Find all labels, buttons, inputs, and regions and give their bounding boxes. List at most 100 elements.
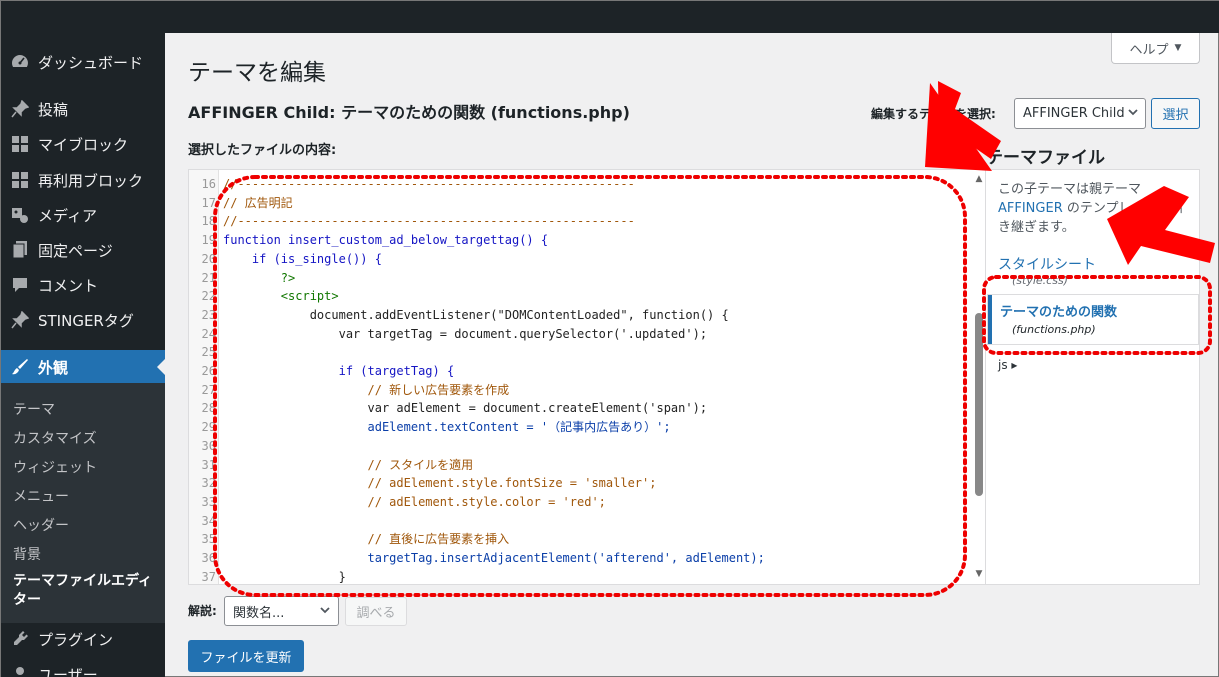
pin-icon <box>10 99 30 119</box>
line-number: 16 <box>201 177 216 191</box>
chevron-down-icon <box>1127 106 1139 121</box>
menu-label: マイブロック <box>38 135 129 154</box>
folder-js[interactable]: js ▸ <box>998 358 1017 372</box>
child-theme-notice: この子テーマは親テーマ AFFINGER のテンプレートを引き継ぎます。 <box>998 180 1188 237</box>
current-file-name: (functions.php) <box>1012 323 1096 336</box>
menu-media[interactable]: メディア <box>1 198 165 232</box>
menu-users[interactable]: ユーザー <box>1 657 165 677</box>
code-text: // adElement.style.fontSize = 'smaller'; <box>223 476 657 491</box>
lookup-button[interactable]: 調べる <box>345 597 407 626</box>
submenu-header[interactable]: ヘッダー <box>13 515 69 535</box>
code-text: } <box>223 569 346 584</box>
line-number: 23 <box>201 307 216 322</box>
menu-dashboard[interactable]: ダッシュボード <box>1 45 165 79</box>
scroll-up-icon[interactable]: ▲ <box>972 172 985 186</box>
code-text: if (targetTag) { <box>223 364 455 378</box>
submenu-widgets[interactable]: ウィジェット <box>13 457 97 477</box>
line-number: 37 <box>201 569 216 584</box>
line-number: 34 <box>201 513 216 528</box>
page-icon <box>10 240 30 260</box>
main-content: ヘルプ ▼ テーマを編集 AFFINGER Child: テーマのための関数 (… <box>165 33 1219 677</box>
submenu-theme-file-editor[interactable]: テーマファイルエディター <box>13 572 153 610</box>
admin-sidebar: ダッシュボード 投稿 マイブロック 再利用ブロック メディア 固定ページ コメン… <box>1 33 165 677</box>
menu-label: プラグイン <box>38 630 114 649</box>
editor-scrollbar[interactable]: ▲ ▼ <box>972 170 985 584</box>
file-title: AFFINGER Child: テーマのための関数 (functions.php… <box>188 103 630 122</box>
submenu-menus[interactable]: メニュー <box>13 486 69 506</box>
theme-select-value: AFFINGER Child <box>1023 106 1125 121</box>
function-name-select[interactable]: 関数名... <box>224 596 339 626</box>
dashboard-icon <box>10 52 30 72</box>
select-theme-button[interactable]: 選択 <box>1151 98 1200 129</box>
blocks-icon <box>10 170 30 190</box>
user-icon <box>10 664 30 677</box>
parent-theme-link[interactable]: AFFINGER <box>998 201 1063 216</box>
comment-icon <box>10 275 30 295</box>
line-number: 33 <box>201 494 216 509</box>
menu-label: ユーザー <box>38 665 98 677</box>
line-number: 18 <box>201 214 216 229</box>
file-stylesheet[interactable]: スタイルシート <box>998 254 1096 274</box>
line-number: 36 <box>201 551 216 565</box>
line-number: 31 <box>201 457 216 472</box>
media-icon <box>10 205 30 225</box>
menu-appearance[interactable]: 外観 <box>1 350 165 384</box>
menu-pages[interactable]: 固定ページ <box>1 233 165 267</box>
blocks-icon <box>10 134 30 154</box>
current-file-label: テーマのための関数 <box>1000 305 1118 320</box>
code-text: // 直後に広告要素を挿入 <box>223 532 510 547</box>
line-number: 27 <box>201 382 216 397</box>
file-stylesheet-name: (style.css) <box>1012 274 1068 287</box>
plugin-icon <box>10 629 30 649</box>
menu-comments[interactable]: コメント <box>1 268 165 302</box>
line-number: 24 <box>201 326 216 341</box>
file-content-label: 選択したファイルの内容: <box>188 143 337 158</box>
caret-down-icon: ▼ <box>1174 43 1182 53</box>
line-number: 19 <box>201 233 216 248</box>
code-editor[interactable]: 16 //------------------------------------… <box>188 169 986 585</box>
line-number: 21 <box>201 270 216 285</box>
help-button[interactable]: ヘルプ ▼ <box>1111 33 1200 64</box>
code-text: // adElement.style.color = 'red'; <box>223 494 606 509</box>
scroll-down-icon[interactable]: ▼ <box>972 567 985 581</box>
submenu-background[interactable]: 背景 <box>13 544 41 564</box>
code-text: function insert_custom_ad_below_targetta… <box>223 233 549 248</box>
menu-reusable-blocks[interactable]: 再利用ブロック <box>1 163 165 197</box>
menu-label: メディア <box>38 206 97 225</box>
function-select-value: 関数名... <box>233 605 285 621</box>
code-text: adElement.textContent = '（記事内広告あり）'; <box>223 420 671 435</box>
code-text: //--------------------------------------… <box>223 177 635 191</box>
menu-stinger-tags[interactable]: STINGERタグ <box>1 303 165 337</box>
line-number: 17 <box>201 195 216 210</box>
code-text: //--------------------------------------… <box>223 214 635 229</box>
theme-files-panel: この子テーマは親テーマ AFFINGER のテンプレートを引き継ぎます。 スタイ… <box>986 169 1200 585</box>
menu-label: 投稿 <box>38 100 69 119</box>
chevron-down-icon <box>319 604 331 619</box>
scroll-thumb[interactable] <box>975 313 983 496</box>
menu-plugins[interactable]: プラグイン <box>1 622 165 656</box>
admin-bar <box>1 1 1219 33</box>
pin-icon <box>10 310 30 330</box>
brush-icon <box>10 357 30 377</box>
line-number: 35 <box>201 532 216 547</box>
code-text: var adElement = document.createElement('… <box>223 401 708 416</box>
file-functions-current[interactable]: テーマのための関数 (functions.php) <box>988 295 1198 344</box>
menu-my-blocks[interactable]: マイブロック <box>1 127 165 161</box>
line-number: 29 <box>201 420 216 435</box>
submenu-customize[interactable]: カスタマイズ <box>13 428 97 448</box>
line-number: 25 <box>201 345 216 360</box>
menu-posts[interactable]: 投稿 <box>1 92 165 126</box>
code-text: targetTag.insertAdjacentElement('afteren… <box>223 551 765 565</box>
theme-select-label: 編集するテーマを選択: <box>871 107 996 121</box>
submenu-themes[interactable]: テーマ <box>13 399 55 419</box>
help-label: ヘルプ <box>1129 42 1169 58</box>
line-number: 26 <box>201 364 216 378</box>
theme-select[interactable]: AFFINGER Child <box>1014 98 1146 129</box>
line-number: 22 <box>201 289 216 304</box>
line-number: 32 <box>201 476 216 491</box>
menu-label: 固定ページ <box>38 241 113 260</box>
update-file-button[interactable]: ファイルを更新 <box>188 640 304 672</box>
line-number: 28 <box>201 401 216 416</box>
line-number: 30 <box>201 438 216 453</box>
code-text: if (is_single()) { <box>223 251 382 266</box>
